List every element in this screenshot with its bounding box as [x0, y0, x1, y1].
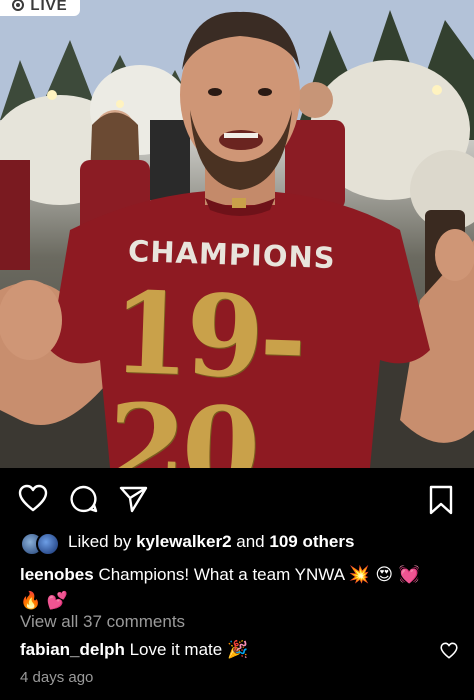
heart-outline-icon[interactable] — [18, 484, 48, 517]
caption-emojis-line2: 🔥 💕 — [20, 591, 68, 611]
liked-by-connector: and — [236, 532, 265, 551]
paper-plane-icon[interactable] — [118, 484, 148, 519]
view-all-comments-link[interactable]: View all 37 comments — [20, 612, 185, 632]
comment-bubble-icon[interactable] — [68, 484, 98, 519]
caption-username[interactable]: leenobes — [20, 565, 94, 584]
top-comment: fabian_delph Love it mate 🎉 — [20, 640, 248, 660]
bookmark-icon[interactable] — [428, 484, 454, 521]
live-label: LIVE — [30, 0, 68, 14]
liked-by-prefix: Liked by — [68, 532, 132, 551]
live-badge: LIVE — [0, 0, 80, 16]
comment-text: Love it mate — [129, 640, 223, 659]
post-photo[interactable]: CHAMPIONS 19-20 LIVE — [0, 0, 474, 468]
comment-like-heart-icon[interactable] — [440, 642, 458, 664]
live-icon — [12, 0, 25, 11]
likes-others-count[interactable]: 109 others — [269, 532, 354, 552]
photo-illustration — [0, 0, 474, 468]
comment-username[interactable]: fabian_delph — [20, 640, 125, 659]
caption-text: Champions! What a team YNWA — [98, 565, 345, 584]
likes-row[interactable]: Liked by kylewalker2 and 109 others — [20, 530, 354, 556]
caption-emojis-line1: 💥 😍 💓 — [348, 565, 420, 585]
post-caption: leenobes Champions! What a team YNWA 💥 😍… — [20, 562, 460, 614]
action-bar — [0, 474, 474, 522]
comment-emoji: 🎉 — [226, 640, 249, 660]
post-timestamp: 4 days ago — [20, 669, 94, 686]
liker-username[interactable]: kylewalker2 — [136, 532, 231, 552]
avatar — [36, 532, 60, 556]
liker-avatars — [20, 530, 64, 556]
